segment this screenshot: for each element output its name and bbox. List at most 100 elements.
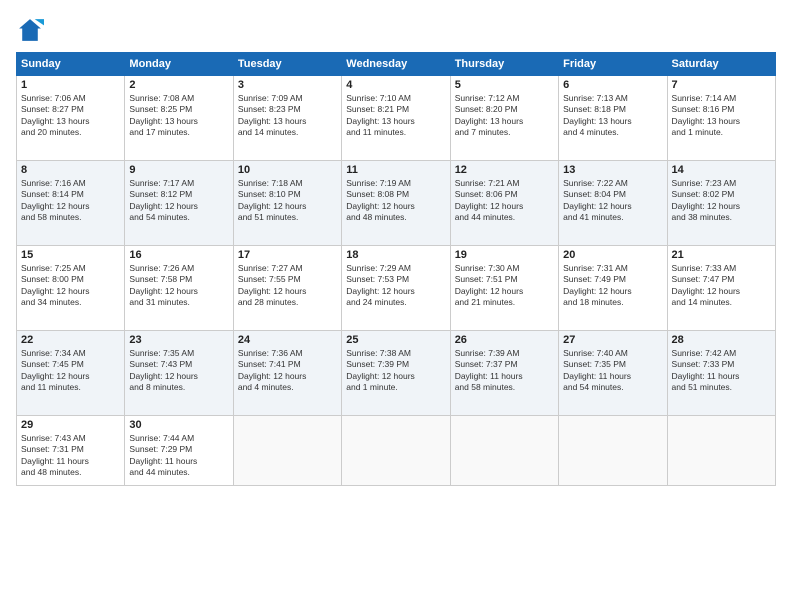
calendar-cell (559, 416, 667, 486)
calendar-cell: 20 Sunrise: 7:31 AM Sunset: 7:49 PM Dayli… (559, 246, 667, 331)
calendar-cell: 2 Sunrise: 7:08 AM Sunset: 8:25 PM Daylig… (125, 76, 233, 161)
calendar-cell: 18 Sunrise: 7:29 AM Sunset: 7:53 PM Dayli… (342, 246, 450, 331)
day-number: 7 (672, 79, 771, 91)
col-header-monday: Monday (125, 53, 233, 76)
calendar: SundayMondayTuesdayWednesdayThursdayFrid… (16, 52, 776, 486)
day-number: 27 (563, 334, 662, 346)
day-info: Sunrise: 7:22 AM Sunset: 8:04 PM Dayligh… (563, 178, 662, 224)
day-info: Sunrise: 7:27 AM Sunset: 7:55 PM Dayligh… (238, 263, 337, 309)
col-header-thursday: Thursday (450, 53, 558, 76)
day-number: 6 (563, 79, 662, 91)
day-info: Sunrise: 7:38 AM Sunset: 7:39 PM Dayligh… (346, 348, 445, 394)
day-number: 8 (21, 164, 120, 176)
calendar-cell: 25 Sunrise: 7:38 AM Sunset: 7:39 PM Dayli… (342, 331, 450, 416)
day-number: 23 (129, 334, 228, 346)
day-info: Sunrise: 7:18 AM Sunset: 8:10 PM Dayligh… (238, 178, 337, 224)
calendar-cell: 22 Sunrise: 7:34 AM Sunset: 7:45 PM Dayli… (17, 331, 125, 416)
day-info: Sunrise: 7:25 AM Sunset: 8:00 PM Dayligh… (21, 263, 120, 309)
day-info: Sunrise: 7:09 AM Sunset: 8:23 PM Dayligh… (238, 93, 337, 139)
calendar-cell: 8 Sunrise: 7:16 AM Sunset: 8:14 PM Daylig… (17, 161, 125, 246)
calendar-cell: 21 Sunrise: 7:33 AM Sunset: 7:47 PM Dayli… (667, 246, 775, 331)
calendar-cell: 6 Sunrise: 7:13 AM Sunset: 8:18 PM Daylig… (559, 76, 667, 161)
day-info: Sunrise: 7:33 AM Sunset: 7:47 PM Dayligh… (672, 263, 771, 309)
day-info: Sunrise: 7:16 AM Sunset: 8:14 PM Dayligh… (21, 178, 120, 224)
day-info: Sunrise: 7:12 AM Sunset: 8:20 PM Dayligh… (455, 93, 554, 139)
calendar-cell: 5Sunrise: 7:12 AM Sunset: 8:20 PM Daylig… (450, 76, 558, 161)
calendar-cell: 9 Sunrise: 7:17 AM Sunset: 8:12 PM Daylig… (125, 161, 233, 246)
day-number: 11 (346, 164, 445, 176)
calendar-cell: 11Sunrise: 7:19 AM Sunset: 8:08 PM Dayli… (342, 161, 450, 246)
day-info: Sunrise: 7:36 AM Sunset: 7:41 PM Dayligh… (238, 348, 337, 394)
day-number: 24 (238, 334, 337, 346)
day-number: 13 (563, 164, 662, 176)
logo (16, 16, 48, 44)
day-number: 16 (129, 249, 228, 261)
calendar-cell: 27 Sunrise: 7:40 AM Sunset: 7:35 PM Dayli… (559, 331, 667, 416)
day-number: 30 (129, 419, 228, 431)
day-info: Sunrise: 7:13 AM Sunset: 8:18 PM Dayligh… (563, 93, 662, 139)
calendar-cell: 4 Sunrise: 7:10 AM Sunset: 8:21 PM Daylig… (342, 76, 450, 161)
col-header-sunday: Sunday (17, 53, 125, 76)
calendar-cell: 15 Sunrise: 7:25 AM Sunset: 8:00 PM Dayli… (17, 246, 125, 331)
day-info: Sunrise: 7:43 AM Sunset: 7:31 PM Dayligh… (21, 433, 120, 479)
day-number: 15 (21, 249, 120, 261)
calendar-cell: 17 Sunrise: 7:27 AM Sunset: 7:55 PM Dayli… (233, 246, 341, 331)
day-number: 4 (346, 79, 445, 91)
day-number: 9 (129, 164, 228, 176)
day-number: 18 (346, 249, 445, 261)
day-number: 25 (346, 334, 445, 346)
day-info: Sunrise: 7:21 AM Sunset: 8:06 PM Dayligh… (455, 178, 554, 224)
calendar-cell: 13 Sunrise: 7:22 AM Sunset: 8:04 PM Dayli… (559, 161, 667, 246)
calendar-cell: 16 Sunrise: 7:26 AM Sunset: 7:58 PM Dayli… (125, 246, 233, 331)
calendar-cell (450, 416, 558, 486)
day-number: 3 (238, 79, 337, 91)
calendar-cell (667, 416, 775, 486)
calendar-cell: 24 Sunrise: 7:36 AM Sunset: 7:41 PM Dayli… (233, 331, 341, 416)
col-header-saturday: Saturday (667, 53, 775, 76)
day-info: Sunrise: 7:44 AM Sunset: 7:29 PM Dayligh… (129, 433, 228, 479)
day-number: 20 (563, 249, 662, 261)
day-number: 10 (238, 164, 337, 176)
day-info: Sunrise: 7:31 AM Sunset: 7:49 PM Dayligh… (563, 263, 662, 309)
logo-icon (16, 16, 44, 44)
day-info: Sunrise: 7:30 AM Sunset: 7:51 PM Dayligh… (455, 263, 554, 309)
day-info: Sunrise: 7:29 AM Sunset: 7:53 PM Dayligh… (346, 263, 445, 309)
calendar-cell (342, 416, 450, 486)
calendar-cell: 7 Sunrise: 7:14 AM Sunset: 8:16 PM Daylig… (667, 76, 775, 161)
day-number: 28 (672, 334, 771, 346)
day-info: Sunrise: 7:08 AM Sunset: 8:25 PM Dayligh… (129, 93, 228, 139)
calendar-cell: 12 Sunrise: 7:21 AM Sunset: 8:06 PM Dayli… (450, 161, 558, 246)
day-number: 19 (455, 249, 554, 261)
day-number: 29 (21, 419, 120, 431)
day-number: 1 (21, 79, 120, 91)
day-info: Sunrise: 7:39 AM Sunset: 7:37 PM Dayligh… (455, 348, 554, 394)
day-number: 2 (129, 79, 228, 91)
calendar-cell: 23Sunrise: 7:35 AM Sunset: 7:43 PM Dayli… (125, 331, 233, 416)
day-info: Sunrise: 7:26 AM Sunset: 7:58 PM Dayligh… (129, 263, 228, 309)
day-info: Sunrise: 7:42 AM Sunset: 7:33 PM Dayligh… (672, 348, 771, 394)
day-info: Sunrise: 7:17 AM Sunset: 8:12 PM Dayligh… (129, 178, 228, 224)
calendar-cell: 1 Sunrise: 7:06 AM Sunset: 8:27 PM Daylig… (17, 76, 125, 161)
day-number: 17 (238, 249, 337, 261)
calendar-cell: 30 Sunrise: 7:44 AM Sunset: 7:29 PM Dayli… (125, 416, 233, 486)
day-number: 22 (21, 334, 120, 346)
day-info: Sunrise: 7:06 AM Sunset: 8:27 PM Dayligh… (21, 93, 120, 139)
day-info: Sunrise: 7:34 AM Sunset: 7:45 PM Dayligh… (21, 348, 120, 394)
calendar-cell (233, 416, 341, 486)
calendar-cell: 26 Sunrise: 7:39 AM Sunset: 7:37 PM Dayli… (450, 331, 558, 416)
day-info: Sunrise: 7:23 AM Sunset: 8:02 PM Dayligh… (672, 178, 771, 224)
day-info: Sunrise: 7:40 AM Sunset: 7:35 PM Dayligh… (563, 348, 662, 394)
calendar-cell: 19 Sunrise: 7:30 AM Sunset: 7:51 PM Dayli… (450, 246, 558, 331)
day-number: 12 (455, 164, 554, 176)
day-number: 14 (672, 164, 771, 176)
col-header-tuesday: Tuesday (233, 53, 341, 76)
calendar-cell: 10 Sunrise: 7:18 AM Sunset: 8:10 PM Dayli… (233, 161, 341, 246)
col-header-wednesday: Wednesday (342, 53, 450, 76)
calendar-cell: 14 Sunrise: 7:23 AM Sunset: 8:02 PM Dayli… (667, 161, 775, 246)
day-info: Sunrise: 7:10 AM Sunset: 8:21 PM Dayligh… (346, 93, 445, 139)
col-header-friday: Friday (559, 53, 667, 76)
calendar-cell: 29 Sunrise: 7:43 AM Sunset: 7:31 PM Dayli… (17, 416, 125, 486)
day-number: 21 (672, 249, 771, 261)
day-number: 26 (455, 334, 554, 346)
day-info: Sunrise: 7:14 AM Sunset: 8:16 PM Dayligh… (672, 93, 771, 139)
